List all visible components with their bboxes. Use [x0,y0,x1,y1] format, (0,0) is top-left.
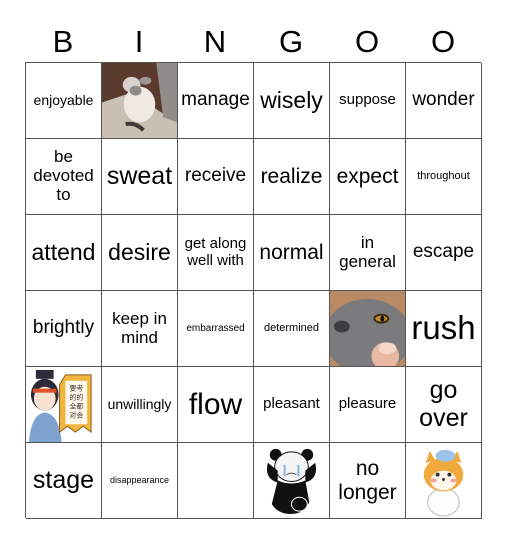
cell-text: in general [339,232,396,271]
bingo-grid: enjoyable manage wisely suppose wonder b… [25,62,482,519]
bingo-cell[interactable]: keep in mind [102,291,178,367]
cell-text: receive [184,165,247,187]
bingo-cell[interactable]: flow [178,367,254,443]
cell-text: get along well with [184,235,247,269]
bingo-cell[interactable]: disappearance [102,443,178,519]
gray-cat-closeup-image [330,291,405,366]
bingo-cell[interactable]: determined [254,291,330,367]
bingo-cell[interactable]: pleasant [254,367,330,443]
bingo-cell[interactable]: receive [178,139,254,215]
cell-text: attend [31,238,96,265]
bingo-cell[interactable]: no longer [330,443,406,519]
cell-text: determined [263,322,320,335]
cell-text: be devoted to [33,147,94,204]
cell-text: enjoyable [33,91,94,108]
cat-lounging-image [102,63,177,138]
cell-text: go over [419,376,468,432]
bingo-cell[interactable]: wonder [406,63,482,139]
bingo-cell[interactable]: wisely [254,63,330,139]
bingo-cell[interactable] [330,291,406,367]
header-letter-o2: O [430,24,456,59]
cell-text: wisely [260,86,323,113]
bingo-cell[interactable]: desire [102,215,178,291]
header-letter-o: O [354,24,380,59]
cell-text: throughout [417,170,470,183]
cell-text: rush [411,309,476,347]
cell-text: pleasure [338,395,397,413]
svg-text:的的: 的的 [69,393,83,402]
bingo-cell[interactable]: be devoted to [26,139,102,215]
cell-text: wonder [412,89,475,111]
bingo-cell[interactable]: normal [254,215,330,291]
bingo-cell[interactable]: expect [330,139,406,215]
cell-text: realize [260,164,323,188]
cell-text: manage [181,89,250,111]
cell-text: stage [32,465,95,494]
cell-text: keep in mind [112,308,167,347]
bingo-cell-empty[interactable] [178,443,254,519]
cell-text: pleasant [263,395,320,413]
cell-text: desire [108,238,171,265]
bingo-cell[interactable] [406,443,482,519]
cell-text: suppose [339,91,396,109]
bingo-cell[interactable]: enjoyable [26,63,102,139]
bingo-cell[interactable]: stage [26,443,102,519]
cell-text: flow [188,388,243,421]
cartoon-student-sign-image: 要考 的的 全都 对会 [26,367,101,442]
svg-text:全都: 全都 [69,401,83,410]
bingo-cell[interactable]: pleasure [330,367,406,443]
svg-text:对会: 对会 [69,410,83,419]
svg-text:要考: 要考 [69,385,83,393]
header-letter-n: N [203,24,227,59]
bingo-cell[interactable]: 要考 的的 全都 对会 [26,367,102,443]
cell-text: unwillingly [107,395,172,412]
bingo-cell[interactable]: escape [406,215,482,291]
bingo-cell[interactable]: throughout [406,139,482,215]
bingo-cell[interactable]: unwillingly [102,367,178,443]
bingo-cell[interactable]: rush [406,291,482,367]
header-letter-b: B [52,24,74,59]
bingo-cell[interactable] [102,63,178,139]
bingo-header: B I N G O O [25,22,481,62]
cell-text: sweat [106,161,173,190]
header-letter-i: I [134,24,144,59]
cell-text: brightly [32,317,95,339]
cell-text: embarrassed [186,323,245,334]
cell-text: normal [259,240,324,264]
cell-text: no longer [338,457,397,504]
bingo-cell[interactable]: realize [254,139,330,215]
bingo-cell[interactable]: go over [406,367,482,443]
crying-panda-meme-image [254,443,329,518]
bingo-cell[interactable]: in general [330,215,406,291]
bingo-cell[interactable] [254,443,330,519]
bingo-cell[interactable]: manage [178,63,254,139]
bingo-cell[interactable]: get along well with [178,215,254,291]
cell-text: expect [336,164,399,188]
shiba-dog-sticker-image [406,443,481,518]
bingo-cell[interactable]: embarrassed [178,291,254,367]
header-letter-g: G [278,24,304,59]
cell-text: escape [412,241,475,263]
bingo-cell[interactable]: sweat [102,139,178,215]
bingo-cell[interactable]: brightly [26,291,102,367]
bingo-cell[interactable]: attend [26,215,102,291]
bingo-cell[interactable]: suppose [330,63,406,139]
cell-text: disappearance [109,474,170,485]
